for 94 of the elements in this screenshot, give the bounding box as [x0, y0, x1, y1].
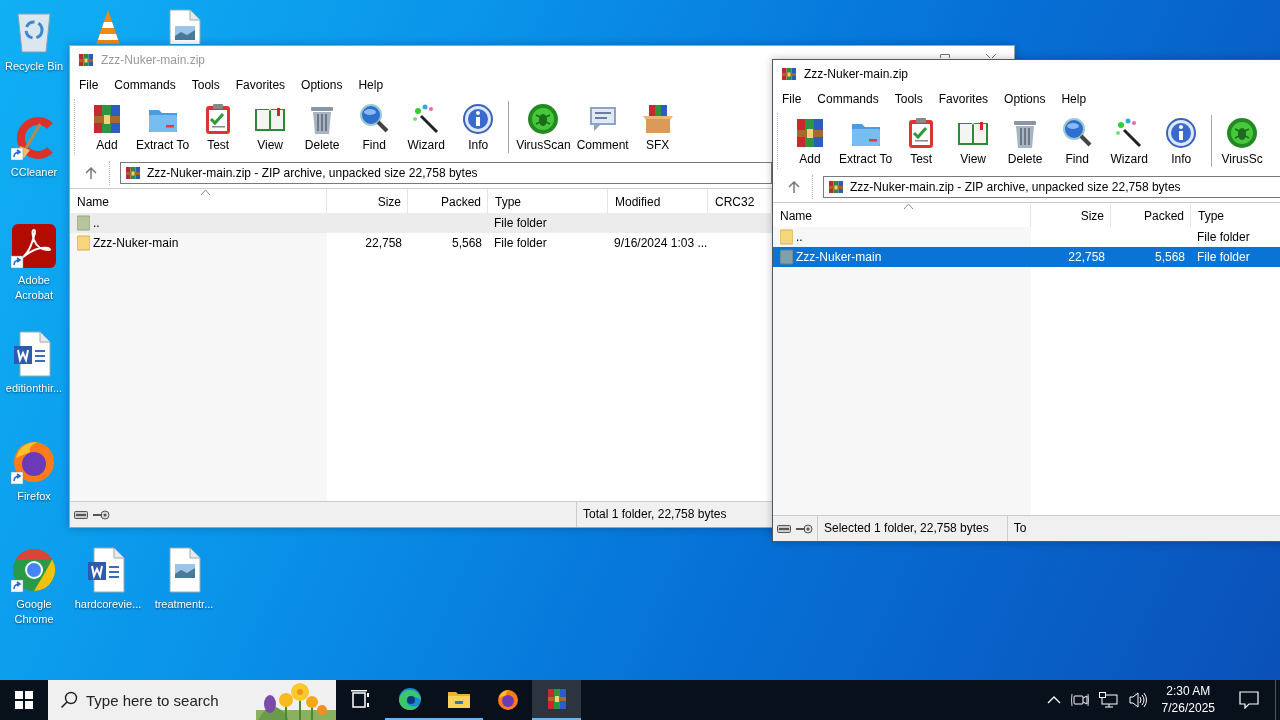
drive-icon — [777, 524, 791, 533]
toolbar-button[interactable]: Add — [81, 100, 133, 154]
file-row[interactable]: .. File folder — [773, 227, 1280, 247]
status-text: Selected 1 folder, 22,758 bytes — [817, 516, 1003, 541]
menu-item[interactable]: Favorites — [930, 90, 997, 108]
clock[interactable]: 2:30 AM 7/26/2025 — [1151, 683, 1225, 717]
sort-caret-icon — [200, 190, 210, 195]
folder-icon — [77, 215, 90, 231]
archive-icon — [781, 66, 797, 82]
address-field[interactable]: Zzz-Nuker-main.zip - ZIP archive, unpacked size 22,758 bytes — [823, 176, 1280, 198]
archive-icon — [125, 165, 141, 181]
info-icon — [461, 102, 496, 136]
table-cell: 22,758 — [365, 236, 402, 250]
file-name: Zzz-Nuker-main — [93, 236, 179, 250]
menu-item[interactable]: Commands — [106, 76, 184, 94]
status-text: To — [1006, 516, 1027, 541]
folder-icon — [77, 235, 90, 251]
toolbar-button[interactable]: Info — [1155, 114, 1208, 168]
toolbar-button[interactable]: Test — [192, 100, 245, 154]
up-arrow-icon[interactable] — [85, 166, 97, 180]
drive-icon — [74, 510, 88, 519]
menu-item[interactable]: File — [774, 90, 810, 108]
menu-item[interactable]: Options — [293, 76, 351, 94]
menu-item[interactable]: Tools — [886, 90, 931, 108]
key-icon — [92, 509, 110, 520]
toolbar-button[interactable]: Find — [1051, 114, 1104, 168]
file-row[interactable]: Zzz-Nuker-main 22,758 5,568 File folder — [773, 247, 1280, 267]
sort-caret-icon — [904, 204, 913, 209]
bug-icon — [1225, 116, 1260, 150]
table-cell: File folder — [1197, 230, 1250, 244]
toolbar-button[interactable]: VirusSc — [1216, 114, 1269, 168]
menu-item[interactable]: Favorites — [227, 76, 294, 94]
menu-item[interactable]: Tools — [183, 76, 228, 94]
file-name: .. — [796, 230, 803, 244]
volume-icon[interactable] — [1128, 692, 1147, 708]
toolbar-button[interactable]: Delete — [999, 114, 1052, 168]
folder-icon — [780, 229, 793, 245]
up-arrow-icon[interactable] — [788, 180, 800, 194]
column-header[interactable]: Packed — [1111, 203, 1191, 227]
toolbar-button[interactable]: Wizard — [1103, 114, 1156, 168]
table-cell: 22,758 — [1068, 250, 1105, 264]
toolbar-button[interactable]: Add — [784, 114, 836, 168]
info-icon — [1164, 116, 1199, 150]
toolbar-button[interactable]: Info — [452, 100, 505, 154]
file-row[interactable]: Zzz-Nuker-main 22,758 5,568 File folder 9/16/2024 1:03 ... — [70, 233, 772, 253]
table-cell: File folder — [494, 236, 547, 250]
archive-icon — [828, 179, 844, 195]
menu-item[interactable]: Help — [1053, 90, 1095, 108]
file-name: Zzz-Nuker-main — [796, 250, 882, 264]
status-text: Total 1 folder, 22,758 bytes — [576, 502, 741, 527]
file-row[interactable]: .. File folder — [70, 213, 772, 233]
table-cell: File folder — [494, 216, 547, 230]
address-field[interactable]: Zzz-Nuker-main.zip - ZIP archive, unpacked size 22,758 bytes — [120, 162, 772, 184]
toolbar-button[interactable]: Extract To — [133, 100, 193, 154]
toolbar-button[interactable]: Comment — [573, 100, 632, 154]
folder-icon — [780, 249, 793, 265]
toolbar-button[interactable]: VirusScan — [513, 100, 574, 154]
chevron-up-icon[interactable] — [1046, 696, 1061, 704]
notification-icon[interactable] — [1239, 691, 1259, 709]
network-icon[interactable] — [1098, 692, 1119, 708]
bug-icon — [526, 102, 561, 136]
toolbar-button[interactable]: View — [947, 114, 1000, 168]
column-header[interactable]: Size — [1031, 203, 1111, 227]
table-cell: 5,568 — [1154, 250, 1185, 264]
search-icon — [60, 691, 78, 709]
box-icon — [640, 102, 675, 136]
toolbar-button[interactable]: SFX — [631, 100, 684, 154]
column-header[interactable]: Type — [1191, 203, 1280, 227]
windows-logo-icon — [15, 691, 33, 709]
firefox-icon — [495, 688, 520, 712]
toolbar-button[interactable]: Wizard — [400, 100, 453, 154]
key-icon — [795, 523, 813, 534]
archive-icon — [78, 52, 94, 68]
table-cell: 9/16/2024 1:03 ... — [614, 236, 708, 250]
toolbar-button[interactable]: View — [244, 100, 297, 154]
window-title: Zzz-Nuker-main.zip — [804, 67, 908, 81]
column-header[interactable]: Name — [773, 203, 1031, 227]
menu-item[interactable]: Commands — [809, 90, 887, 108]
table-cell: 5,568 — [451, 236, 482, 250]
taskbar-app[interactable] — [532, 680, 581, 720]
toolbar-button[interactable]: Test — [895, 114, 948, 168]
menu-item[interactable]: Help — [350, 76, 392, 94]
toolbar-button[interactable]: Delete — [296, 100, 349, 154]
edge-icon — [397, 687, 422, 711]
toolbar-button[interactable]: Find — [348, 100, 401, 154]
menu-item[interactable]: File — [71, 76, 107, 94]
file-name: .. — [93, 216, 100, 230]
maximize-icon[interactable] — [940, 54, 950, 58]
menu-item[interactable]: Options — [996, 90, 1054, 108]
camera-icon[interactable] — [1070, 692, 1089, 708]
close-icon[interactable] — [986, 54, 996, 58]
window-title: Zzz-Nuker-main.zip — [101, 53, 205, 67]
table-cell: File folder — [1197, 250, 1250, 264]
toolbar-button[interactable]: Extract To — [836, 114, 896, 168]
